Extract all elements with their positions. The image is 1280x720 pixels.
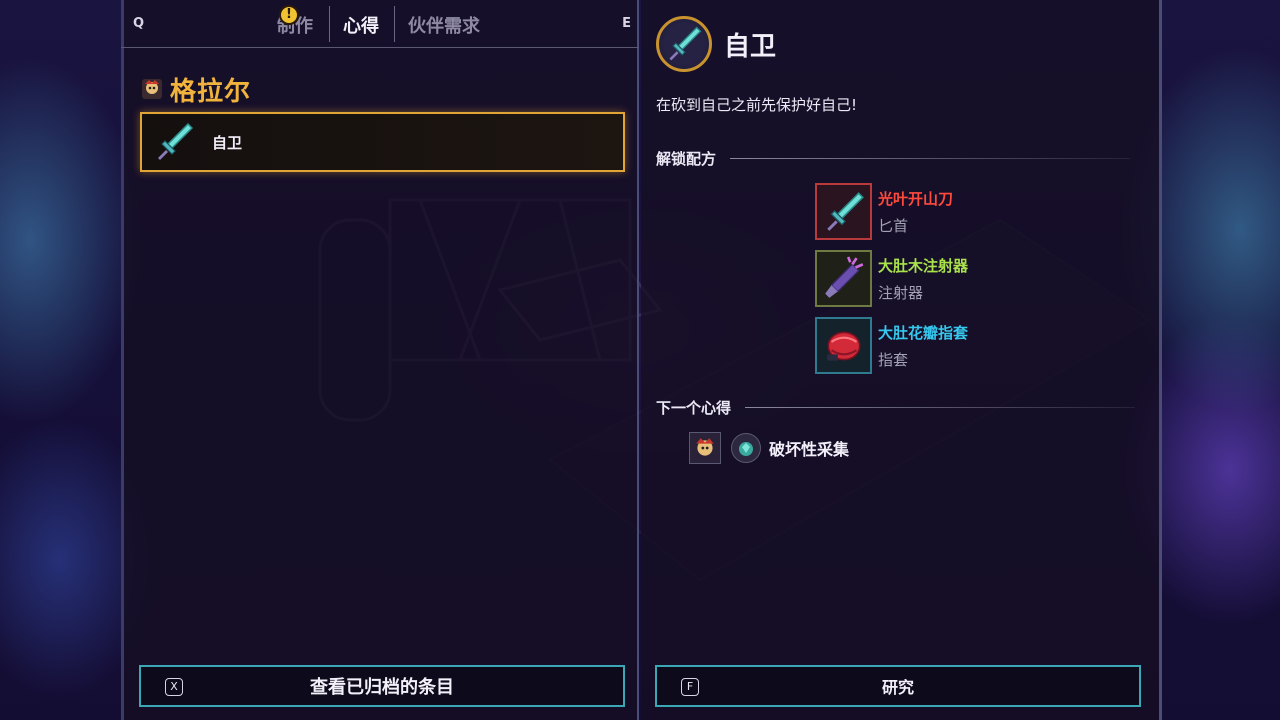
tab-companion-needs[interactable]: 伙伴需求 [408, 12, 480, 38]
character-portrait-icon [689, 432, 721, 464]
prev-tab-key[interactable]: Q [133, 16, 144, 31]
key-hint: F [681, 678, 699, 696]
recipe-item[interactable]: 大肚木注射器 注射器 [815, 250, 968, 307]
skill-title: 自卫 [724, 31, 777, 62]
character-header: 格拉尔 [140, 72, 252, 107]
character-name: 格拉尔 [170, 76, 252, 107]
syringe-icon [815, 250, 872, 307]
section-heading-text: 下一个心得 [656, 399, 732, 417]
machete-icon [815, 183, 872, 240]
next-insight-label: 破坏性采集 [769, 440, 850, 459]
insight-entry-self-defense[interactable]: 自卫 [140, 112, 625, 172]
recipe-type: 注射器 [878, 283, 924, 302]
gather-orb-icon [731, 433, 761, 463]
skill-badge [656, 16, 712, 72]
button-label: 研究 [881, 678, 914, 697]
knuckle-glove-icon [815, 317, 872, 374]
divider [745, 407, 1136, 408]
alert-icon: ! [279, 5, 299, 25]
research-button[interactable]: F 研究 [655, 665, 1141, 707]
section-heading-text: 解锁配方 [656, 150, 717, 168]
divider [730, 158, 1131, 159]
view-archived-button[interactable]: X 查看已归档的条目 [139, 665, 625, 707]
sword-icon [669, 26, 702, 61]
skill-description: 在砍到自己之前先保护好自己! [656, 96, 858, 114]
tab-divider [329, 6, 330, 42]
tab-divider [394, 6, 395, 42]
tab-insights[interactable]: 心得 [343, 12, 379, 38]
recipe-name: 大肚木注射器 [878, 256, 969, 275]
tab-bar: Q 制作 ! 心得 伙伴需求 E [121, 0, 639, 48]
recipe-item[interactable]: 光叶开山刀 匕首 [815, 183, 953, 240]
unlock-recipes-heading: 解锁配方 [656, 148, 1131, 169]
next-insight-heading: 下一个心得 [656, 397, 1136, 418]
left-panel [121, 0, 639, 720]
next-tab-key[interactable]: E [622, 16, 631, 31]
recipe-type: 指套 [878, 350, 909, 369]
button-label: 查看已归档的条目 [310, 677, 454, 698]
entry-label: 自卫 [212, 133, 243, 152]
character-portrait-icon [142, 79, 162, 99]
recipe-item[interactable]: 大肚花瓣指套 指套 [815, 317, 968, 374]
recipe-name: 光叶开山刀 [878, 189, 954, 208]
skill-header: 自卫 [656, 16, 776, 72]
recipe-name: 大肚花瓣指套 [878, 323, 969, 342]
sword-icon [158, 122, 194, 160]
next-insight[interactable]: 破坏性采集 [689, 432, 849, 464]
recipe-type: 匕首 [878, 216, 909, 235]
key-hint: X [165, 678, 183, 696]
